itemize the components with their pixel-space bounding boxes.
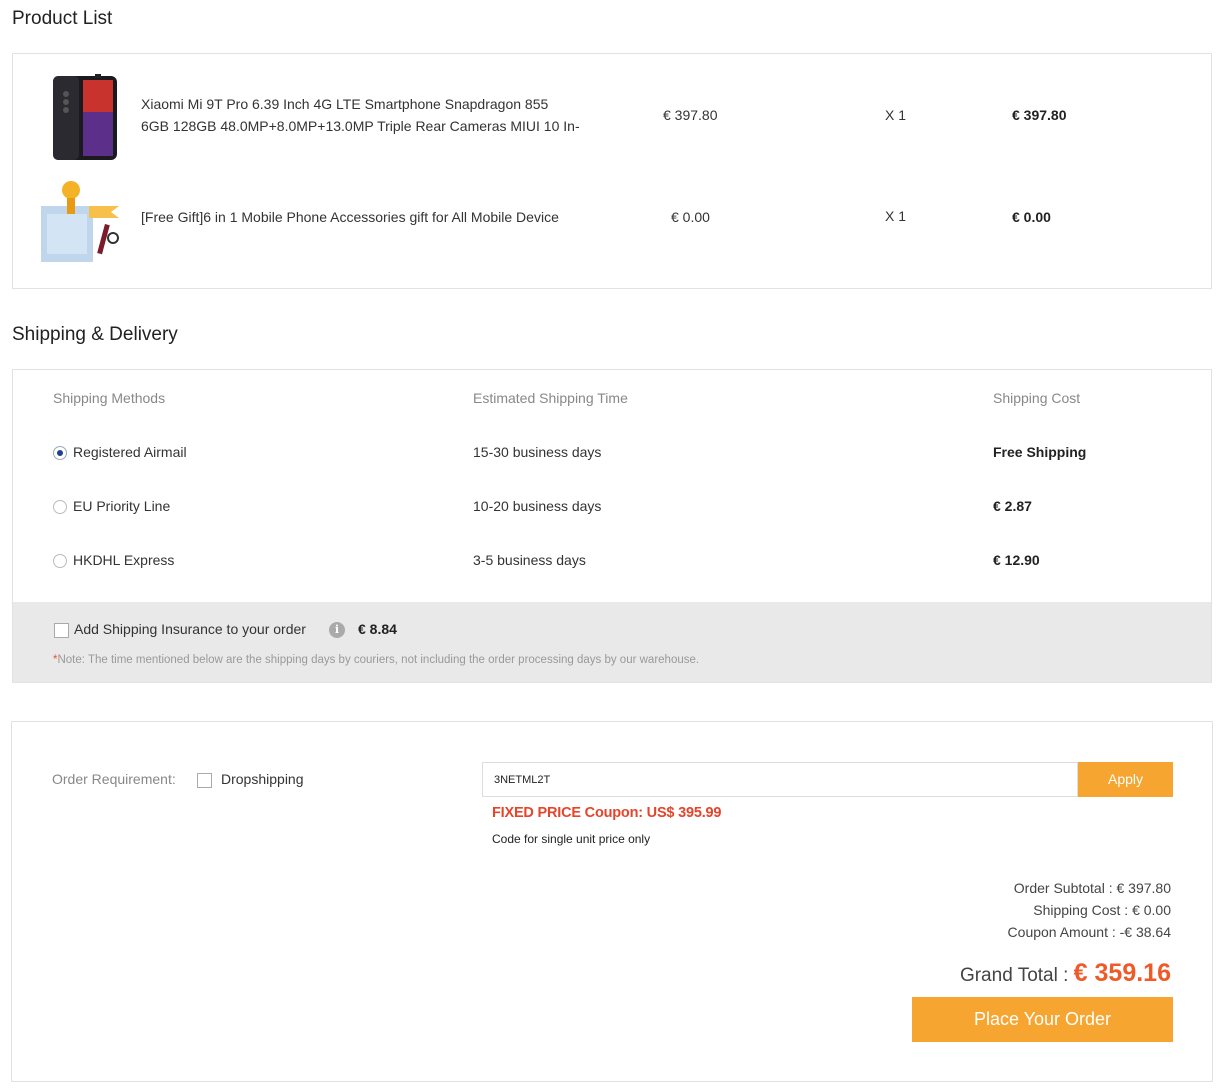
phone-unit-price: € 397.80 bbox=[663, 107, 718, 123]
shipping-option-registered-airmail[interactable]: Registered Airmail 15-30 business days F… bbox=[13, 441, 1211, 465]
gift-line-total: € 0.00 bbox=[1012, 209, 1051, 225]
phone-line-total: € 397.80 bbox=[1012, 107, 1067, 123]
shipping-panel: Shipping Methods Estimated Shipping Time… bbox=[12, 369, 1212, 683]
grand-total-label: Grand Total : bbox=[959, 965, 1074, 986]
radio-hkdhl-express[interactable] bbox=[53, 554, 67, 568]
radio-registered-airmail[interactable] bbox=[53, 446, 67, 460]
grand-total-value: € 359.16 bbox=[1073, 959, 1171, 987]
dropshipping-checkbox[interactable] bbox=[197, 773, 212, 788]
place-order-button[interactable]: Place Your Order bbox=[912, 997, 1173, 1042]
order-shipping-cost: Shipping Cost : € 0.00 bbox=[1033, 902, 1171, 918]
order-requirement-label: Order Requirement: bbox=[52, 771, 176, 787]
order-coupon-amount: Coupon Amount : -€ 38.64 bbox=[1007, 924, 1171, 940]
phone-product-name[interactable]: Xiaomi Mi 9T Pro 6.39 Inch 4G LTE Smartp… bbox=[141, 93, 580, 137]
header-estimated-time: Estimated Shipping Time bbox=[473, 390, 628, 406]
shipping-option-hkdhl-express[interactable]: HKDHL Express 3-5 business days € 12.90 bbox=[13, 549, 1211, 573]
shipping-time: 10-20 business days bbox=[473, 498, 602, 514]
gift-product-name[interactable]: [Free Gift]6 in 1 Mobile Phone Accessori… bbox=[141, 206, 559, 228]
note-text: Note: The time mentioned below are the s… bbox=[57, 654, 700, 666]
shipping-cost: € 2.87 bbox=[993, 498, 1032, 514]
coupon-note: Code for single unit price only bbox=[492, 832, 651, 846]
shipping-method-name: HKDHL Express bbox=[73, 552, 175, 568]
phone-quantity: X 1 bbox=[885, 107, 907, 123]
gift-product-image[interactable] bbox=[39, 176, 119, 264]
insurance-label[interactable]: Add Shipping Insurance to your order bbox=[74, 621, 306, 637]
shipping-time: 3-5 business days bbox=[473, 552, 586, 568]
order-subtotal: Order Subtotal : € 397.80 bbox=[1013, 880, 1171, 896]
coupon-message: FIXED PRICE Coupon: US$ 395.99 bbox=[492, 805, 722, 821]
radio-eu-priority[interactable] bbox=[53, 500, 67, 514]
product-list: Xiaomi Mi 9T Pro 6.39 Inch 4G LTE Smartp… bbox=[12, 53, 1212, 289]
product-row-gift: [Free Gift]6 in 1 Mobile Phone Accessori… bbox=[13, 174, 1211, 266]
shipping-time: 15-30 business days bbox=[473, 444, 602, 460]
grand-total: Grand Total : € 359.16 bbox=[960, 959, 1171, 988]
header-shipping-cost: Shipping Cost bbox=[993, 390, 1081, 406]
order-summary-panel: Order Requirement: Dropshipping Apply FI… bbox=[11, 721, 1213, 1082]
product-row-phone: Xiaomi Mi 9T Pro 6.39 Inch 4G LTE Smartp… bbox=[13, 72, 1211, 164]
shipping-cost: Free Shipping bbox=[993, 444, 1087, 460]
shipping-method-name: EU Priority Line bbox=[73, 498, 171, 514]
product-list-title: Product List bbox=[12, 8, 113, 29]
insurance-price: € 8.84 bbox=[358, 621, 397, 637]
dropshipping-label[interactable]: Dropshipping bbox=[221, 771, 304, 787]
insurance-band: Add Shipping Insurance to your order i €… bbox=[13, 602, 1211, 682]
shipping-method-name: Registered Airmail bbox=[73, 444, 187, 460]
shipping-cost: € 12.90 bbox=[993, 552, 1040, 568]
phone-product-image[interactable] bbox=[39, 72, 119, 160]
gift-unit-price: € 0.00 bbox=[671, 209, 710, 225]
shipping-option-eu-priority[interactable]: EU Priority Line 10-20 business days € 2… bbox=[13, 495, 1211, 519]
info-icon[interactable]: i bbox=[329, 622, 345, 638]
insurance-checkbox[interactable] bbox=[54, 623, 69, 638]
apply-coupon-button[interactable]: Apply bbox=[1078, 762, 1173, 797]
shipping-title: Shipping & Delivery bbox=[12, 324, 178, 345]
shipping-note: *Note: The time mentioned below are the … bbox=[53, 654, 699, 666]
header-shipping-methods: Shipping Methods bbox=[53, 390, 166, 406]
gift-quantity: X 1 bbox=[885, 208, 907, 224]
coupon-code-input[interactable] bbox=[482, 762, 1078, 797]
